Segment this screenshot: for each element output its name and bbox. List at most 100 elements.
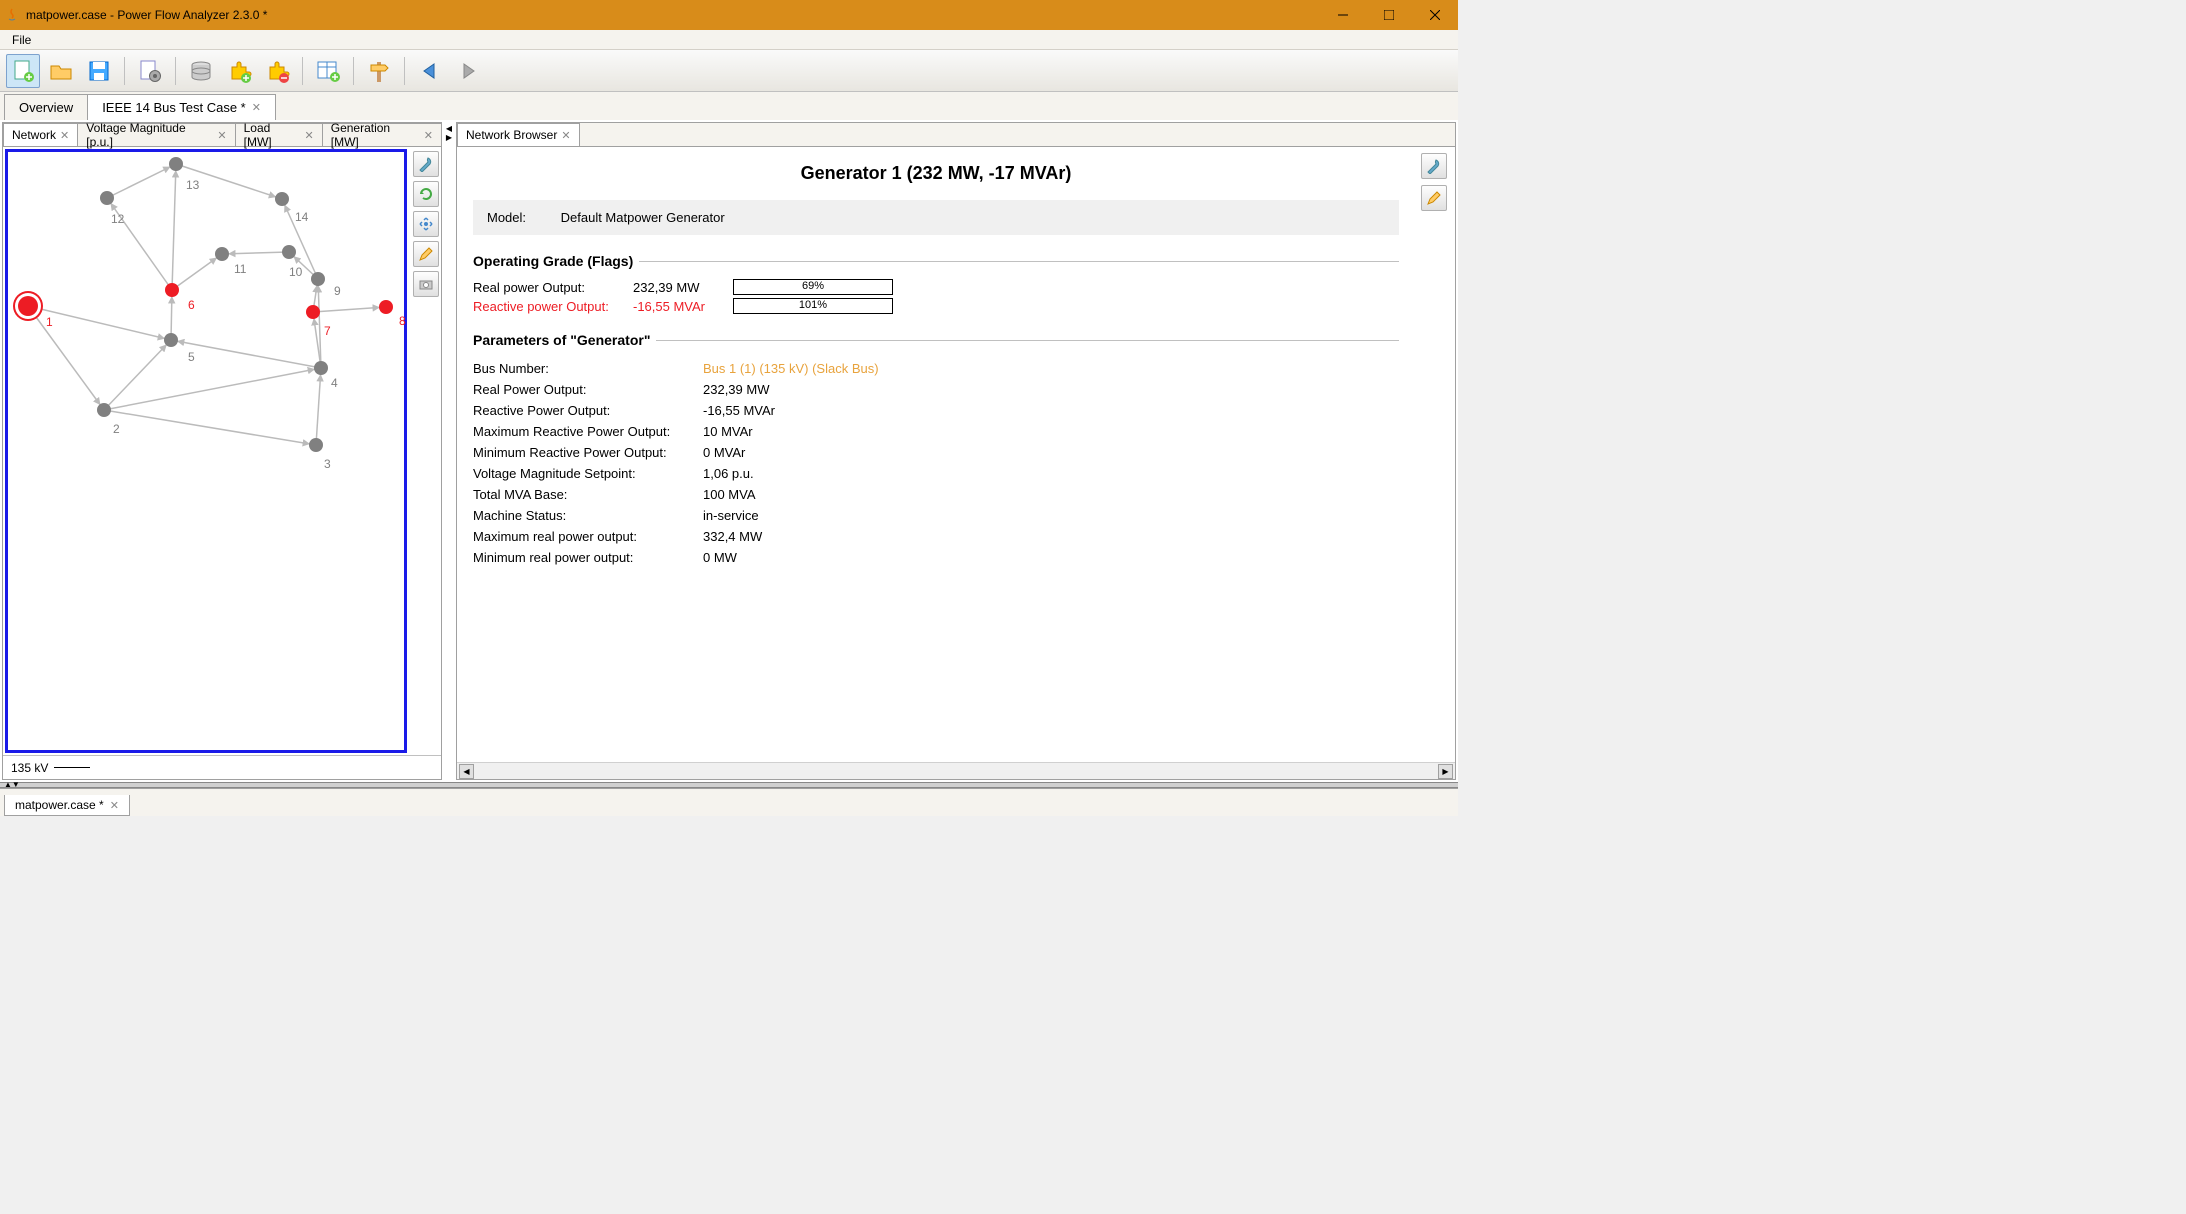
database-button[interactable] (184, 54, 218, 88)
bus-node-13[interactable] (169, 157, 183, 171)
bus-node-14[interactable] (275, 192, 289, 206)
close-icon[interactable]: ✕ (305, 129, 314, 142)
menu-file[interactable]: File (4, 31, 39, 49)
bus-node-3[interactable] (309, 438, 323, 452)
maximize-button[interactable] (1366, 0, 1412, 30)
close-button[interactable] (1412, 0, 1458, 30)
bus-label-2: 2 (113, 422, 120, 436)
bus-label-3: 3 (324, 457, 331, 471)
plugin-add-button[interactable] (222, 54, 256, 88)
new-document-button[interactable] (6, 54, 40, 88)
wrench-icon[interactable] (413, 151, 439, 177)
signpost-button[interactable] (362, 54, 396, 88)
param-value-link[interactable]: Bus 1 (1) (135 kV) (Slack Bus) (703, 361, 879, 376)
param-row: Bus Number:Bus 1 (1) (135 kV) (Slack Bus… (473, 358, 1399, 379)
param-value: in-service (703, 508, 759, 523)
bus-node-1[interactable] (18, 296, 38, 316)
splitter[interactable]: ◀ ▶ (444, 120, 454, 782)
open-folder-button[interactable] (44, 54, 78, 88)
param-row: Minimum real power output:0 MW (473, 547, 1399, 568)
bus-label-9: 9 (334, 284, 341, 298)
edit-icon[interactable] (413, 241, 439, 267)
camera-icon[interactable] (413, 271, 439, 297)
bus-node-6[interactable] (165, 283, 179, 297)
edit-icon[interactable] (1421, 185, 1447, 211)
refresh-icon[interactable] (413, 181, 439, 207)
horizontal-scrollbar[interactable]: ◀ ▶ (457, 762, 1455, 779)
param-label: Minimum real power output: (473, 550, 703, 565)
close-icon[interactable]: ✕ (110, 799, 119, 812)
bus-node-5[interactable] (164, 333, 178, 347)
bus-label-4: 4 (331, 376, 338, 390)
scroll-right-icon[interactable]: ▶ (1438, 764, 1453, 779)
param-row: Machine Status:in-service (473, 505, 1399, 526)
splitter-right-icon[interactable]: ▶ (446, 133, 452, 142)
close-icon[interactable]: ✕ (561, 129, 570, 142)
bus-label-10: 10 (289, 265, 302, 279)
param-label: Voltage Magnitude Setpoint: (473, 466, 703, 481)
tab-network-browser[interactable]: Network Browser ✕ (457, 123, 580, 146)
bottom-tab-case[interactable]: matpower.case * ✕ (4, 795, 130, 816)
param-row: Reactive Power Output:-16,55 MVAr (473, 400, 1399, 421)
param-value: 10 MVAr (703, 424, 753, 439)
subtab-generation[interactable]: Generation [MW]✕ (322, 123, 442, 146)
plugin-remove-button[interactable] (260, 54, 294, 88)
bus-label-1: 1 (46, 315, 53, 329)
bus-node-7[interactable] (306, 305, 320, 319)
close-icon[interactable]: ✕ (424, 129, 433, 142)
subtab-voltage[interactable]: Voltage Magnitude [p.u.]✕ (77, 123, 235, 146)
bus-label-8: 8 (399, 314, 406, 328)
close-icon[interactable]: ✕ (252, 101, 261, 114)
param-row: Minimum Reactive Power Output:0 MVAr (473, 442, 1399, 463)
param-value: -16,55 MVAr (703, 403, 775, 418)
param-value: 100 MVA (703, 487, 756, 502)
param-label: Bus Number: (473, 361, 703, 376)
properties-button[interactable] (133, 54, 167, 88)
param-value: 232,39 MW (703, 382, 769, 397)
splitter-left-icon[interactable]: ◀ (446, 124, 452, 133)
toolbar (0, 50, 1458, 92)
bus-node-12[interactable] (100, 191, 114, 205)
tab-overview[interactable]: Overview (4, 94, 88, 120)
bus-node-10[interactable] (282, 245, 296, 259)
table-add-button[interactable] (311, 54, 345, 88)
model-row: Model: Default Matpower Generator (473, 200, 1399, 235)
bus-node-9[interactable] (311, 272, 325, 286)
param-row: Maximum real power output:332,4 MW (473, 526, 1399, 547)
close-icon[interactable]: ✕ (60, 129, 69, 142)
subtab-network[interactable]: Network✕ (3, 123, 78, 146)
param-value: 332,4 MW (703, 529, 762, 544)
param-row: Maximum Reactive Power Output:10 MVAr (473, 421, 1399, 442)
bus-node-2[interactable] (97, 403, 111, 417)
wrench-icon[interactable] (1421, 153, 1447, 179)
param-row: Total MVA Base:100 MVA (473, 484, 1399, 505)
close-icon[interactable]: ✕ (217, 129, 226, 142)
bus-node-11[interactable] (215, 247, 229, 261)
fit-icon[interactable] (413, 211, 439, 237)
param-label: Maximum real power output: (473, 529, 703, 544)
bus-label-13: 13 (186, 178, 199, 192)
tab-case[interactable]: IEEE 14 Bus Test Case * ✕ (87, 94, 276, 120)
nav-back-button[interactable] (413, 54, 447, 88)
bus-label-7: 7 (324, 324, 331, 338)
param-value: 0 MVAr (703, 445, 745, 460)
network-canvas[interactable]: 1234567891011121314 (5, 149, 407, 753)
bus-node-4[interactable] (314, 361, 328, 375)
network-panel: Network✕ Voltage Magnitude [p.u.]✕ Load … (2, 122, 442, 780)
flag-reactive-power: Reactive power Output: -16,55 MVAr 101% (473, 298, 1399, 314)
param-label: Machine Status: (473, 508, 703, 523)
scroll-left-icon[interactable]: ◀ (459, 764, 474, 779)
flags-heading: Operating Grade (Flags) (473, 253, 1399, 271)
param-row: Real Power Output:232,39 MW (473, 379, 1399, 400)
legend: 135 kV (3, 755, 441, 779)
save-button[interactable] (82, 54, 116, 88)
bus-label-11: 11 (234, 262, 246, 276)
minimize-button[interactable] (1320, 0, 1366, 30)
subtab-load[interactable]: Load [MW]✕ (235, 123, 323, 146)
bus-node-8[interactable] (379, 300, 393, 314)
java-icon (4, 7, 20, 23)
window-title: matpower.case - Power Flow Analyzer 2.3.… (26, 8, 1320, 22)
generator-title: Generator 1 (232 MW, -17 MVAr) (473, 155, 1399, 192)
bottom-bar: matpower.case * ✕ (0, 788, 1458, 816)
nav-forward-button[interactable] (451, 54, 485, 88)
